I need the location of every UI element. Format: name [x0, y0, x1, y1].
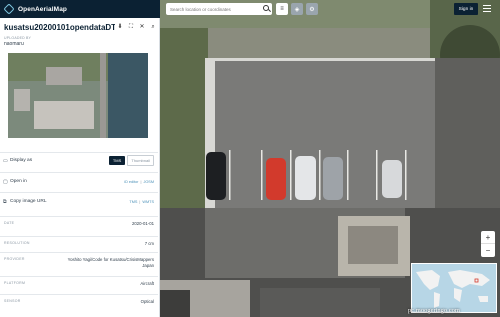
menu-icon[interactable] — [483, 5, 491, 13]
copy-icon: ⧉ — [3, 198, 7, 205]
metadata-value: Yoshito Yagi/Code for Kusatsu/CrisisMapp… — [67, 257, 154, 268]
metadata-value: Optical — [140, 299, 154, 304]
app-header: OpenAerialMap — [0, 0, 160, 18]
filter-icon: ≡ — [280, 6, 284, 12]
open-in-id-editor-link[interactable]: iD editor — [124, 180, 138, 184]
metadata-row: SENSOR Optical — [0, 294, 158, 310]
open-icon: ▢ — [3, 178, 8, 185]
display-as-row: ▭ Display as TMS Thumbnail — [0, 152, 158, 168]
copy-wmts-link[interactable]: WMTS — [142, 200, 154, 204]
display-tms-button[interactable]: TMS — [108, 156, 126, 165]
sign-in-button[interactable]: Sign in — [454, 3, 478, 15]
title-actions: ⬇ ⛶ ✕ ⌕ — [115, 23, 156, 31]
metadata-value: 2020-01-01 — [132, 221, 154, 226]
display-icon: ▭ — [3, 157, 8, 164]
layers-icon: ◈ — [294, 6, 300, 13]
location-search[interactable] — [166, 3, 272, 15]
metadata-value: 7 cm — [144, 241, 154, 246]
uploader-name[interactable]: naomaru — [0, 41, 159, 47]
zoom-icon[interactable]: ⌕ — [150, 23, 156, 31]
metadata-row: DATE 2020-01-01 — [0, 216, 158, 232]
download-icon[interactable]: ⬇ — [117, 23, 123, 31]
fullscreen-icon[interactable]: ⛶ — [128, 23, 134, 31]
image-details-panel: kusatsu20200101opendataDT6830 ⬇ ⛶ ✕ ⌕ UP… — [0, 18, 160, 317]
search-input[interactable] — [170, 6, 260, 12]
metadata-key: PROVIDER — [4, 257, 25, 261]
open-in-label: Open in — [10, 179, 27, 184]
open-in-josm-link[interactable]: JOSM — [143, 180, 154, 184]
display-thumbnail-button[interactable]: Thumbnail — [127, 155, 154, 166]
zoom-control: + − — [481, 231, 495, 257]
separator: | — [140, 179, 142, 184]
metadata-key: RESOLUTION — [4, 241, 30, 245]
filter-button[interactable]: ≡ — [276, 3, 288, 15]
world-map — [416, 270, 490, 308]
open-in-row: ▢ Open in iD editor | JOSM — [0, 172, 158, 190]
settings-button[interactable]: ⚙ — [306, 3, 318, 15]
copy-url-row: ⧉ Copy image URL TMS | WMTS — [0, 192, 158, 210]
metadata-row: PROVIDER Yoshito Yagi/Code for Kusatsu/C… — [0, 252, 158, 276]
metadata-row: RESOLUTION 7 cm — [0, 236, 158, 252]
zoom-out-button[interactable]: − — [481, 244, 495, 257]
display-as-label: Display as — [10, 158, 33, 163]
logo-icon — [3, 3, 15, 15]
layers-button[interactable]: ◈ — [291, 3, 303, 15]
metadata-key: DATE — [4, 221, 15, 225]
title-row: kusatsu20200101opendataDT6830 ⬇ ⛶ ✕ ⌕ — [0, 18, 159, 36]
metadata-row: PLATFORM Aircraft — [0, 276, 158, 292]
metadata-key: PLATFORM — [4, 281, 26, 285]
copy-url-label: Copy image URL — [10, 199, 47, 204]
metadata-key: SENSOR — [4, 299, 21, 303]
app-name[interactable]: OpenAerialMap — [18, 6, 67, 13]
separator: | — [139, 199, 141, 204]
metadata-value: Aircraft — [140, 281, 154, 286]
zoom-in-button[interactable]: + — [481, 231, 495, 244]
image-thumbnail — [8, 53, 148, 138]
copy-tms-link[interactable]: TMS — [129, 200, 137, 204]
watermark: pc.moogeringo.com — [408, 307, 460, 314]
uploaded-by-label: UPLOADED BY — [4, 36, 32, 40]
settings-icon: ⚙ — [309, 6, 315, 13]
search-icon[interactable] — [263, 5, 269, 11]
overview-minimap[interactable] — [411, 263, 497, 313]
image-title: kusatsu20200101opendataDT6830 — [4, 22, 115, 32]
close-icon[interactable]: ✕ — [139, 23, 145, 31]
